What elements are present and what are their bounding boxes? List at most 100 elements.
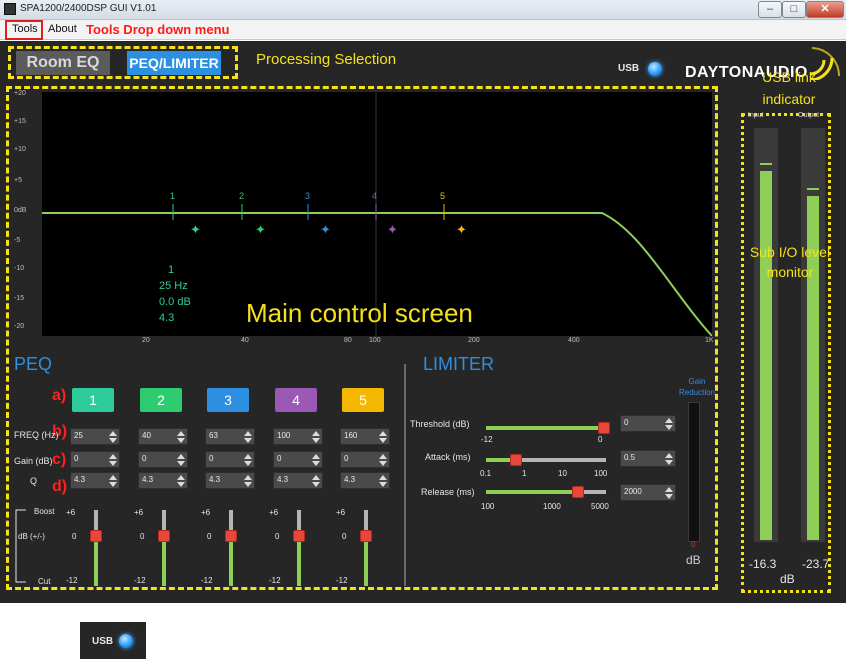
- peq-title: PEQ: [14, 354, 53, 374]
- close-button[interactable]: ✕: [806, 1, 844, 18]
- slider-thumb[interactable]: [510, 454, 522, 466]
- maximize-button[interactable]: □: [782, 1, 806, 18]
- band-1-q-input[interactable]: 4.3: [70, 472, 120, 489]
- band-5-gain-slider[interactable]: +6 0 -12: [336, 508, 376, 588]
- band-5-button[interactable]: 5: [342, 388, 384, 412]
- band-2-handle[interactable]: ✦: [255, 223, 266, 238]
- spin-up-icon[interactable]: [244, 454, 252, 459]
- spin-up-icon[interactable]: [312, 431, 320, 436]
- minimize-button[interactable]: –: [758, 1, 782, 18]
- spin-value: 2000: [624, 487, 642, 496]
- tab-peq-limiter[interactable]: PEQ/LIMITER: [127, 51, 221, 75]
- spin-down-icon[interactable]: [312, 482, 320, 487]
- spin-down-icon[interactable]: [665, 425, 673, 430]
- band-1-handle[interactable]: ✦: [190, 223, 201, 238]
- spin-down-icon[interactable]: [379, 482, 387, 487]
- spin-up-icon[interactable]: [312, 454, 320, 459]
- spin-down-icon[interactable]: [665, 460, 673, 465]
- slider-scale-top: +6: [134, 508, 144, 517]
- threshold-slider[interactable]: [486, 422, 610, 434]
- threshold-label: Threshold (dB): [410, 419, 470, 429]
- spin-down-icon[interactable]: [177, 438, 185, 443]
- spin-value: 160: [344, 431, 358, 440]
- band-3-q-input[interactable]: 4.3: [205, 472, 255, 489]
- slider-scale-top: +6: [269, 508, 279, 517]
- attack-input[interactable]: 0.5: [620, 450, 676, 467]
- band-5-freq-input[interactable]: 160: [340, 428, 390, 445]
- band-1-gain-slider[interactable]: +6 0 -12: [66, 508, 106, 588]
- band-5-handle[interactable]: ✦: [456, 223, 467, 238]
- band-4-button[interactable]: 4: [275, 388, 317, 412]
- band-3-button[interactable]: 3: [207, 388, 249, 412]
- spin-up-icon[interactable]: [244, 475, 252, 480]
- slider-fill: [297, 536, 301, 586]
- usb-indicator-icon: [648, 62, 662, 76]
- spin-up-icon[interactable]: [665, 453, 673, 458]
- spin-down-icon[interactable]: [244, 461, 252, 466]
- tab-room-eq[interactable]: Room EQ: [16, 51, 110, 75]
- band-3-freq-input[interactable]: 63: [205, 428, 255, 445]
- band-4-handle[interactable]: ✦: [387, 223, 398, 238]
- release-input[interactable]: 2000: [620, 484, 676, 501]
- release-slider[interactable]: [486, 486, 606, 498]
- spin-down-icon[interactable]: [177, 482, 185, 487]
- slider-thumb[interactable]: [225, 530, 237, 542]
- output-meter: [801, 128, 825, 542]
- spin-up-icon[interactable]: [177, 454, 185, 459]
- spin-up-icon[interactable]: [665, 418, 673, 423]
- band-2-gain-input[interactable]: 0: [138, 451, 188, 468]
- band-2-button[interactable]: 2: [140, 388, 182, 412]
- band-2-gain-slider[interactable]: +6 0 -12: [134, 508, 174, 588]
- slider-thumb[interactable]: [597, 422, 610, 434]
- release-label: Release (ms): [421, 487, 475, 497]
- band-2-q-input[interactable]: 4.3: [138, 472, 188, 489]
- band-3-gain-input[interactable]: 0: [205, 451, 255, 468]
- band-3-handle[interactable]: ✦: [320, 223, 331, 238]
- spin-up-icon[interactable]: [379, 431, 387, 436]
- band-5-q-input[interactable]: 4.3: [340, 472, 390, 489]
- spin-down-icon[interactable]: [109, 438, 117, 443]
- spin-up-icon[interactable]: [379, 454, 387, 459]
- slider-fill: [364, 536, 368, 586]
- spin-down-icon[interactable]: [312, 438, 320, 443]
- band-4-gain-slider[interactable]: +6 0 -12: [269, 508, 309, 588]
- band-marker-4: 4: [372, 191, 378, 201]
- spin-up-icon[interactable]: [177, 431, 185, 436]
- spin-up-icon[interactable]: [177, 475, 185, 480]
- spin-down-icon[interactable]: [312, 461, 320, 466]
- slider-thumb[interactable]: [360, 530, 372, 542]
- slider-thumb[interactable]: [572, 486, 585, 498]
- spin-down-icon[interactable]: [244, 482, 252, 487]
- row-label-gain: Gain (dB): [14, 456, 53, 466]
- x-tick: 100: [369, 337, 381, 344]
- threshold-input[interactable]: 0: [620, 415, 676, 432]
- band-1-freq-input[interactable]: 25: [70, 428, 120, 445]
- menu-about[interactable]: About: [48, 23, 77, 35]
- band-1-button[interactable]: 1: [72, 388, 114, 412]
- spin-up-icon[interactable]: [312, 475, 320, 480]
- spin-down-icon[interactable]: [177, 461, 185, 466]
- spin-up-icon[interactable]: [109, 431, 117, 436]
- spin-up-icon[interactable]: [109, 454, 117, 459]
- slider-thumb[interactable]: [158, 530, 170, 542]
- spin-up-icon[interactable]: [665, 487, 673, 492]
- spin-up-icon[interactable]: [244, 431, 252, 436]
- attack-slider[interactable]: [486, 454, 606, 466]
- band-4-gain-input[interactable]: 0: [273, 451, 323, 468]
- band-1-gain-input[interactable]: 0: [70, 451, 120, 468]
- spin-down-icon[interactable]: [379, 438, 387, 443]
- band-5-gain-input[interactable]: 0: [340, 451, 390, 468]
- band-4-q-input[interactable]: 4.3: [273, 472, 323, 489]
- slider-thumb[interactable]: [293, 530, 305, 542]
- band-4-freq-input[interactable]: 100: [273, 428, 323, 445]
- band-3-gain-slider[interactable]: +6 0 -12: [201, 508, 241, 588]
- spin-down-icon[interactable]: [244, 438, 252, 443]
- spin-down-icon[interactable]: [665, 494, 673, 499]
- spin-up-icon[interactable]: [109, 475, 117, 480]
- spin-down-icon[interactable]: [379, 461, 387, 466]
- spin-up-icon[interactable]: [379, 475, 387, 480]
- slider-thumb[interactable]: [90, 530, 102, 542]
- spin-down-icon[interactable]: [109, 482, 117, 487]
- spin-down-icon[interactable]: [109, 461, 117, 466]
- band-2-freq-input[interactable]: 40: [138, 428, 188, 445]
